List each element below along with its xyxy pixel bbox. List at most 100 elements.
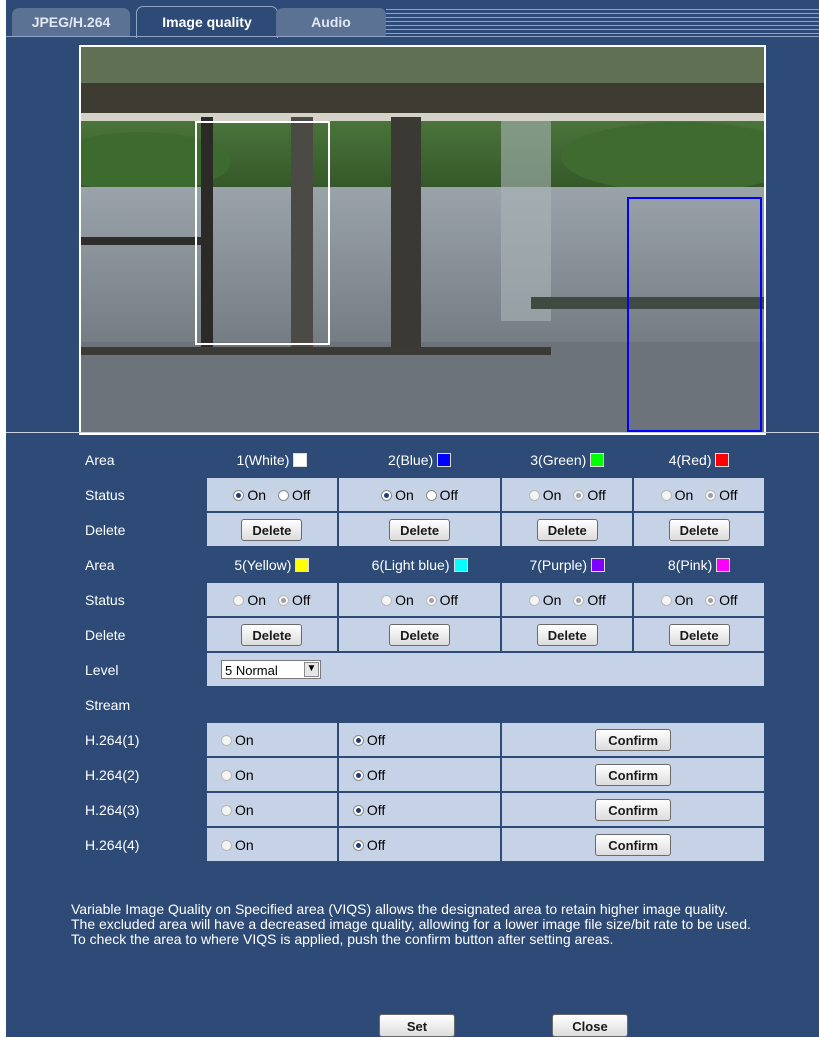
stream-on-radio[interactable] <box>221 769 232 781</box>
stream-header-fill <box>207 688 764 721</box>
yellow-swatch <box>295 557 310 572</box>
tab-audio[interactable]: Audio <box>276 8 386 37</box>
stream-3-off-cell: Off <box>338 793 501 826</box>
delete-label: Delete <box>73 513 205 546</box>
chevron-down-icon[interactable]: ▼ <box>304 662 319 677</box>
white-swatch <box>293 452 308 467</box>
stream-1-on-cell: On <box>207 723 337 756</box>
tab-bar: JPEG/H.264 Image quality Audio <box>6 0 819 38</box>
delete-area-2-button[interactable]: Delete <box>389 518 451 541</box>
pink-swatch <box>716 557 731 572</box>
confirm-stream-4-button[interactable]: Confirm <box>595 833 672 856</box>
area-5-header: 5(Yellow) <box>207 548 337 581</box>
status-on-radio[interactable] <box>528 489 540 501</box>
set-button[interactable]: Set <box>379 1014 455 1037</box>
status-off-radio[interactable] <box>277 594 289 606</box>
area-5-status: On Off <box>207 583 337 616</box>
settings-panel: JPEG/H.264 Image quality Audio Area 1(Wh… <box>6 0 819 1037</box>
delete-area-4-button[interactable]: Delete <box>668 518 730 541</box>
confirm-stream-2-button[interactable]: Confirm <box>595 763 672 786</box>
camera-preview[interactable] <box>79 45 766 435</box>
status-on-radio[interactable] <box>381 594 393 606</box>
level-select[interactable]: 5 Normal ▼ <box>221 660 321 679</box>
stream-off-radio[interactable] <box>352 769 364 781</box>
blue-swatch <box>437 452 452 467</box>
stream-on-radio[interactable] <box>221 734 232 746</box>
tab-bar-decoration <box>386 6 819 37</box>
area-4-status: On Off <box>634 478 764 511</box>
status-on-radio[interactable] <box>528 594 540 606</box>
status-off-radio[interactable] <box>425 489 437 501</box>
stream-3-confirm-cell: Confirm <box>502 793 764 826</box>
area-7-header: 7(Purple) <box>502 548 633 581</box>
area-3-status: On Off <box>502 478 633 511</box>
status-off-radio[interactable] <box>573 489 585 501</box>
delete-area-7-button[interactable]: Delete <box>536 623 598 646</box>
status-off-radio[interactable] <box>277 489 289 501</box>
area-2-delete-cell: Delete <box>338 513 501 546</box>
stream-2-on-cell: On <box>207 758 337 791</box>
area-8-delete-cell: Delete <box>634 618 764 651</box>
area-2-header: 2(Blue) <box>338 443 501 476</box>
stream-1-off-cell: Off <box>338 723 501 756</box>
area-1-delete-cell: Delete <box>207 513 337 546</box>
stream-h264-3-label: H.264(3) <box>73 793 205 826</box>
delete-area-6-button[interactable]: Delete <box>389 623 451 646</box>
delete-area-1-button[interactable]: Delete <box>241 518 303 541</box>
stream-1-confirm-cell: Confirm <box>502 723 764 756</box>
stream-2-confirm-cell: Confirm <box>502 758 764 791</box>
level-label: Level <box>73 653 205 686</box>
area-1-status: On Off <box>207 478 337 511</box>
stream-h264-4-label: H.264(4) <box>73 828 205 861</box>
area-4-delete-cell: Delete <box>634 513 764 546</box>
status-on-radio[interactable] <box>660 594 672 606</box>
status-label: Status <box>73 583 205 616</box>
stream-h264-2-label: H.264(2) <box>73 758 205 791</box>
area-3-header: 3(Green) <box>502 443 633 476</box>
status-off-radio[interactable] <box>705 489 717 501</box>
area-8-header: 8(Pink) <box>634 548 764 581</box>
purple-swatch <box>591 557 606 572</box>
status-off-radio[interactable] <box>425 594 437 606</box>
level-cell: 5 Normal ▼ <box>207 653 764 686</box>
area-5-delete-cell: Delete <box>207 618 337 651</box>
status-label: Status <box>73 478 205 511</box>
green-swatch <box>590 452 605 467</box>
stream-off-radio[interactable] <box>352 804 364 816</box>
tab-jpeg-h264[interactable]: JPEG/H.264 <box>12 8 130 37</box>
delete-area-3-button[interactable]: Delete <box>536 518 598 541</box>
area-8-status: On Off <box>634 583 764 616</box>
status-off-radio[interactable] <box>705 594 717 606</box>
area-7-status: On Off <box>502 583 633 616</box>
area-7-delete-cell: Delete <box>502 618 633 651</box>
status-on-radio[interactable] <box>381 489 393 501</box>
tab-image-quality[interactable]: Image quality <box>136 6 278 38</box>
stream-4-on-cell: On <box>207 828 337 861</box>
stream-on-radio[interactable] <box>221 839 232 851</box>
confirm-stream-1-button[interactable]: Confirm <box>595 728 672 751</box>
status-on-radio[interactable] <box>233 594 245 606</box>
area-6-delete-cell: Delete <box>338 618 501 651</box>
viqs-settings-table: Area 1(White) 2(Blue) 3(Green) 4(Red) St… <box>71 441 766 863</box>
status-on-radio[interactable] <box>233 489 245 501</box>
delete-label: Delete <box>73 618 205 651</box>
stream-off-radio[interactable] <box>352 839 364 851</box>
confirm-stream-3-button[interactable]: Confirm <box>595 798 672 821</box>
status-on-radio[interactable] <box>660 489 672 501</box>
stream-off-radio[interactable] <box>352 734 364 746</box>
description-line: The excluded area will have a decreased … <box>71 916 751 932</box>
status-off-radio[interactable] <box>573 594 585 606</box>
delete-area-5-button[interactable]: Delete <box>241 623 303 646</box>
stream-4-off-cell: Off <box>338 828 501 861</box>
area-label: Area <box>73 443 205 476</box>
delete-area-8-button[interactable]: Delete <box>668 623 730 646</box>
description-line: To check the area to where VIQS is appli… <box>71 931 614 947</box>
section-divider <box>6 432 819 433</box>
stream-on-radio[interactable] <box>221 804 232 816</box>
stream-2-off-cell: Off <box>338 758 501 791</box>
close-button[interactable]: Close <box>552 1014 628 1037</box>
area-6-status: On Off <box>338 583 501 616</box>
area-4-header: 4(Red) <box>634 443 764 476</box>
area-label: Area <box>73 548 205 581</box>
area-3-delete-cell: Delete <box>502 513 633 546</box>
